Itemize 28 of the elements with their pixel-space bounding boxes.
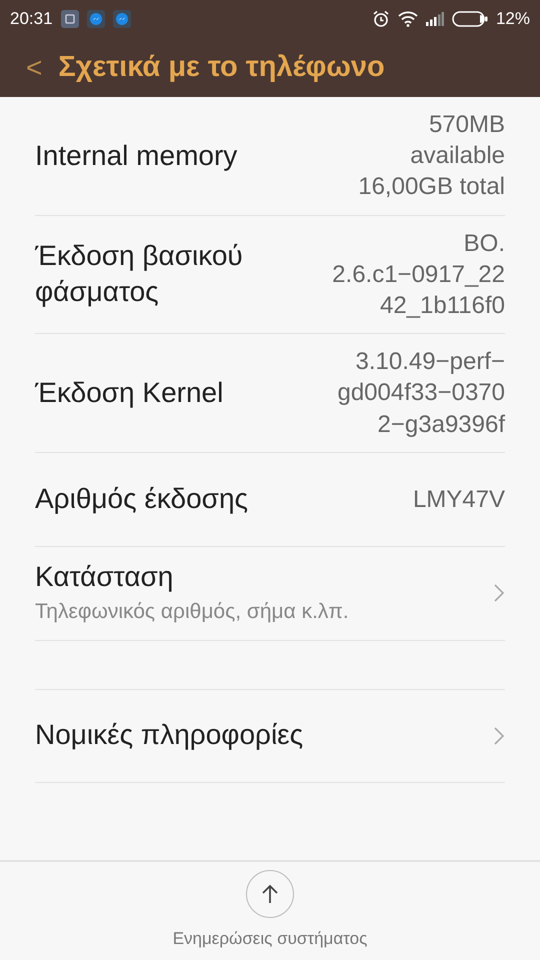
chevron-icon xyxy=(493,726,505,746)
app-icon xyxy=(60,10,79,28)
setting-label: Έκδοση Kernel xyxy=(35,376,224,410)
setting-label: Κατάσταση xyxy=(35,560,174,594)
messenger-icon xyxy=(86,10,105,28)
setting-value: 570MB available 16,00GB total xyxy=(358,110,505,202)
setting-label: Internal memory xyxy=(35,138,238,173)
alarm-icon xyxy=(372,10,390,28)
battery-percent: 12% xyxy=(496,8,530,30)
signal-icon xyxy=(426,12,444,26)
page-title: Σχετικά με το τηλέφωνο xyxy=(58,50,385,85)
setting-label: Αριθμός έκδοσης xyxy=(35,482,248,516)
messenger-icon xyxy=(112,10,131,28)
settings-row[interactable]: Νομικές πληροφορίες xyxy=(35,688,505,783)
setting-label: Έκδοση βασικού φάσματος xyxy=(35,238,244,310)
battery-icon xyxy=(452,11,488,27)
settings-row[interactable]: Κατάσταση Τηλεφωνικός αριθμός, σήμα κ.λπ. xyxy=(35,546,505,641)
chevron-icon xyxy=(493,583,505,604)
status-time: 20:31 xyxy=(10,8,53,30)
setting-subtitle: Τηλεφωνικός αριθμός, σήμα κ.λπ. xyxy=(35,598,349,625)
setting-value: BO. 2.6.c1−0917_22 42_1b116f0 xyxy=(332,228,505,321)
back-button[interactable]: < xyxy=(26,54,42,82)
update-button[interactable] xyxy=(246,870,294,918)
wifi-icon xyxy=(398,11,418,27)
setting-value: 3.10.49−perf− gd004f33−0370 2−g3a9396f xyxy=(337,347,505,440)
update-label: Ενημερώσεις συστήματος xyxy=(172,928,368,950)
setting-value: LMY47V xyxy=(412,484,505,515)
setting-label: Νομικές πληροφορίες xyxy=(35,718,304,752)
